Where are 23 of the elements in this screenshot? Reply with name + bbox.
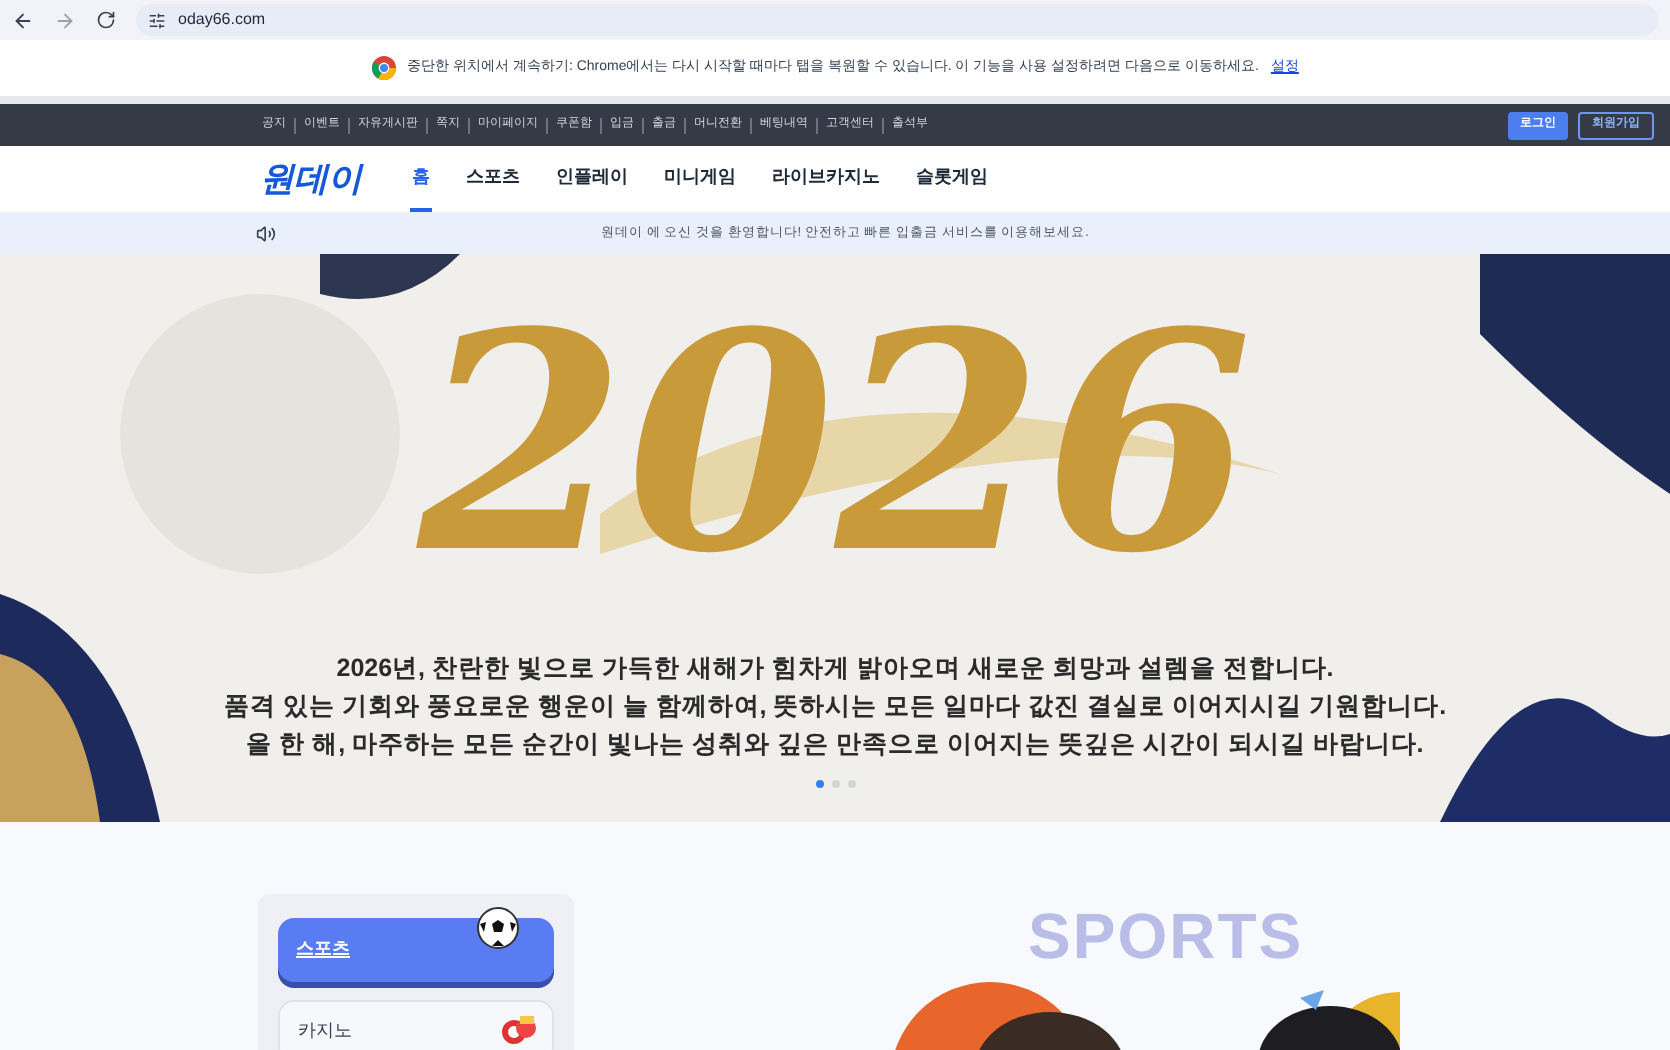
browser-logo-icon [371, 56, 396, 80]
banner-headline: 2026 [417, 274, 1253, 614]
url-text: oday66.com [178, 8, 266, 32]
speaker-icon [256, 223, 276, 243]
nav-tab[interactable]: 인플레이 [554, 146, 630, 212]
nav-tab[interactable]: 스포츠 [464, 146, 522, 212]
nav-tab[interactable]: 슬롯게임 [914, 146, 990, 212]
banner-text: 품격 있는 기회와 풍요로운 행운이 늘 함께하여, 뜻하시는 모든 일마다 값진 결실로 이어지시길 기원합니다. [223, 690, 1447, 724]
site-settings-icon[interactable] [148, 11, 166, 29]
site-logo[interactable]: 원데이 [260, 153, 362, 205]
forward-icon[interactable] [54, 9, 76, 31]
section-title: SPORTS [1028, 898, 1304, 964]
category-button[interactable]: 스포츠 [278, 918, 554, 982]
back-icon[interactable] [12, 9, 34, 31]
banner-text: 올 한 해, 마주하는 모든 순간이 빛나는 성취와 깊은 만족으로 이어지는 뜻깊은 시간이 되시길 바랍니다. [246, 728, 1424, 762]
soccer-ball-icon [476, 906, 520, 950]
nav-tab[interactable]: 라이브카지노 [770, 146, 882, 212]
category-button[interactable]: 카지노 [278, 1000, 554, 1050]
casino-chips-icon [498, 1014, 538, 1044]
nav-tab[interactable]: 미니게임 [662, 146, 738, 212]
address-bar[interactable]: oday66.com [136, 4, 1658, 36]
banner-text: 2026년, 찬란한 빛으로 가득한 새해가 힘차게 밝아오며 새로운 희망과 설렘을 전합니다. [336, 652, 1334, 686]
reload-icon[interactable] [96, 10, 116, 30]
